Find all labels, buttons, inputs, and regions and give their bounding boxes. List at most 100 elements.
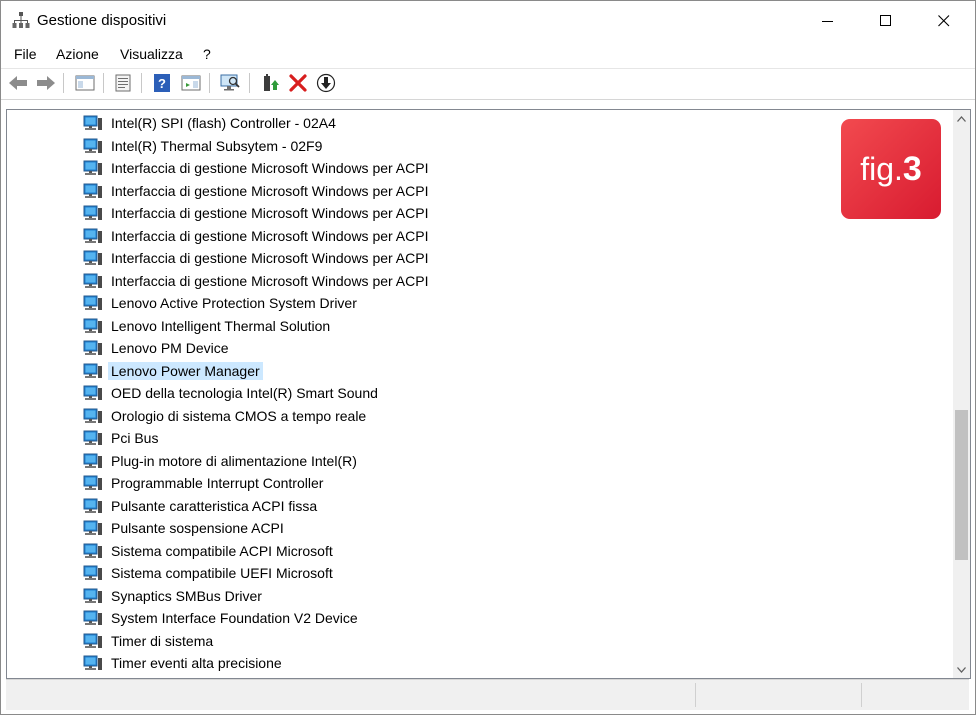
tree-item-label: Pci Bus — [111, 430, 159, 446]
system-device-icon — [83, 363, 108, 379]
vertical-scrollbar[interactable] — [953, 110, 970, 678]
disable-device-icon[interactable] — [315, 72, 337, 94]
menu-help[interactable]: ? — [203, 46, 211, 62]
minimize-button[interactable] — [799, 1, 857, 40]
tree-item[interactable]: OED della tecnologia Intel(R) Smart Soun… — [83, 382, 381, 404]
menu-visualizza[interactable]: Visualizza — [120, 46, 183, 62]
tree-item-label: Synaptics SMBus Driver — [111, 587, 262, 604]
toolbar-separator — [141, 73, 142, 93]
system-device-icon — [83, 475, 108, 491]
scan-hardware-icon[interactable] — [219, 72, 241, 94]
tree-item-label: Intel(R) Thermal Subsytem - 02F9 — [111, 137, 323, 154]
system-device-icon — [83, 340, 108, 356]
status-separator — [861, 683, 862, 707]
toolbar-separator — [249, 73, 250, 93]
menu-file[interactable]: File — [14, 46, 37, 62]
system-device-icon — [83, 385, 108, 401]
tree-item[interactable]: Lenovo Intelligent Thermal Solution — [83, 315, 333, 337]
scroll-thumb[interactable] — [955, 410, 968, 560]
show-hide-console-tree-icon[interactable] — [74, 72, 96, 94]
tree-item[interactable]: Lenovo PM Device — [83, 337, 232, 359]
system-device-icon — [83, 453, 108, 469]
tree-item-label: Sistema compatibile UEFI Microsoft — [111, 565, 333, 581]
tree-item[interactable]: System Interface Foundation V2 Device — [83, 607, 361, 629]
properties-icon[interactable] — [112, 72, 134, 94]
system-device-icon — [83, 520, 108, 536]
tree-item[interactable]: Programmable Interrupt Controller — [83, 472, 326, 494]
tree-item-label: Interfaccia di gestione Microsoft Window… — [111, 182, 429, 199]
tree-item-label: Pulsante caratteristica ACPI fissa — [111, 497, 318, 514]
scroll-up-arrow-icon[interactable] — [953, 110, 970, 127]
back-icon[interactable] — [7, 72, 29, 94]
tree-item[interactable]: Pci Bus — [83, 427, 161, 449]
tree-item[interactable]: Pulsante caratteristica ACPI fissa — [83, 495, 320, 517]
system-device-icon — [83, 115, 108, 131]
status-bar — [6, 679, 969, 710]
status-separator — [695, 683, 696, 707]
maximize-button[interactable] — [857, 1, 915, 40]
tree-item[interactable]: Interfaccia di gestione Microsoft Window… — [83, 247, 431, 269]
toolbar-separator — [103, 73, 104, 93]
system-device-icon — [83, 250, 108, 266]
svg-text:?: ? — [158, 76, 166, 91]
system-device-icon — [83, 633, 108, 649]
system-device-icon — [83, 498, 108, 514]
help-icon[interactable]: ? — [151, 72, 173, 94]
figure-badge-prefix: fig. — [860, 150, 903, 187]
close-icon — [938, 14, 950, 26]
tree-item-label: Interfaccia di gestione Microsoft Window… — [111, 250, 429, 266]
tree-item[interactable]: Intel(R) Thermal Subsytem - 02F9 — [83, 135, 325, 157]
tree-item-label: Interfaccia di gestione Microsoft Window… — [111, 160, 429, 176]
tree-item[interactable]: Interfaccia di gestione Microsoft Window… — [83, 202, 431, 224]
tree-item-label: Lenovo Active Protection System Driver — [111, 295, 357, 311]
scroll-down-arrow-icon[interactable] — [953, 661, 970, 678]
window-title: Gestione dispositivi — [37, 12, 167, 29]
tree-item-label: Plug-in motore di alimentazione Intel(R) — [111, 452, 357, 469]
tree-item-label: Timer di sistema — [111, 632, 214, 649]
device-tree[interactable]: Intel(R) SPI (flash) Controller - 02A4 In… — [6, 109, 971, 679]
tree-item[interactable]: Synaptics SMBus Driver — [83, 585, 265, 607]
action-pane-icon[interactable] — [180, 72, 202, 94]
tree-item[interactable]: Interfaccia di gestione Microsoft Window… — [83, 225, 431, 247]
tree-item-label: Pulsante sospensione ACPI — [111, 520, 284, 536]
system-device-icon — [83, 655, 108, 671]
maximize-icon — [880, 14, 891, 26]
tree-item[interactable]: Interfaccia di gestione Microsoft Window… — [83, 270, 431, 292]
tree-item-label: Interfaccia di gestione Microsoft Window… — [111, 227, 429, 244]
system-device-icon — [83, 205, 108, 221]
tree-item-label: Interfaccia di gestione Microsoft Window… — [111, 205, 429, 221]
tree-item-label: Lenovo Power Manager — [108, 361, 263, 380]
tree-item-label: Programmable Interrupt Controller — [111, 475, 324, 491]
tree-item[interactable]: Timer di sistema — [83, 630, 216, 652]
system-device-icon — [83, 610, 108, 626]
tree-item[interactable]: Sistema compatibile ACPI Microsoft — [83, 540, 336, 562]
system-device-icon — [83, 138, 108, 154]
tree-item-label: Orologio di sistema CMOS a tempo reale — [111, 407, 367, 424]
minimize-icon — [822, 20, 833, 22]
update-driver-icon[interactable] — [259, 72, 281, 94]
tree-item-label: OED della tecnologia Intel(R) Smart Soun… — [111, 385, 378, 401]
system-device-icon — [83, 318, 108, 334]
tree-item[interactable]: Pulsante sospensione ACPI — [83, 517, 287, 539]
menu-azione[interactable]: Azione — [56, 46, 99, 62]
tree-item[interactable]: Lenovo Power Manager — [83, 360, 263, 382]
tree-item[interactable]: Sistema compatibile UEFI Microsoft — [83, 562, 336, 584]
tree-item-label: Interfaccia di gestione Microsoft Window… — [111, 272, 429, 289]
system-device-icon — [83, 273, 108, 289]
tree-item[interactable]: Orologio di sistema CMOS a tempo reale — [83, 405, 369, 427]
tree-item[interactable]: Lenovo Active Protection System Driver — [83, 292, 360, 314]
toolbar: ? — [1, 69, 975, 100]
toolbar-separator — [63, 73, 64, 93]
menu-bar: File Azione Visualizza ? — [1, 40, 975, 69]
tree-item[interactable]: Intel(R) SPI (flash) Controller - 02A4 — [83, 112, 339, 134]
tree-item[interactable]: Plug-in motore di alimentazione Intel(R) — [83, 450, 360, 472]
forward-icon[interactable] — [35, 72, 57, 94]
tree-item[interactable]: Interfaccia di gestione Microsoft Window… — [83, 180, 431, 202]
uninstall-icon[interactable] — [287, 72, 309, 94]
tree-item[interactable]: Interfaccia di gestione Microsoft Window… — [83, 157, 431, 179]
tree-item[interactable]: Timer eventi alta precisione — [83, 652, 285, 674]
tree-item-label: System Interface Foundation V2 Device — [111, 610, 358, 626]
system-device-icon — [83, 430, 108, 446]
title-bar[interactable]: Gestione dispositivi — [1, 1, 975, 40]
close-button[interactable] — [915, 1, 973, 40]
